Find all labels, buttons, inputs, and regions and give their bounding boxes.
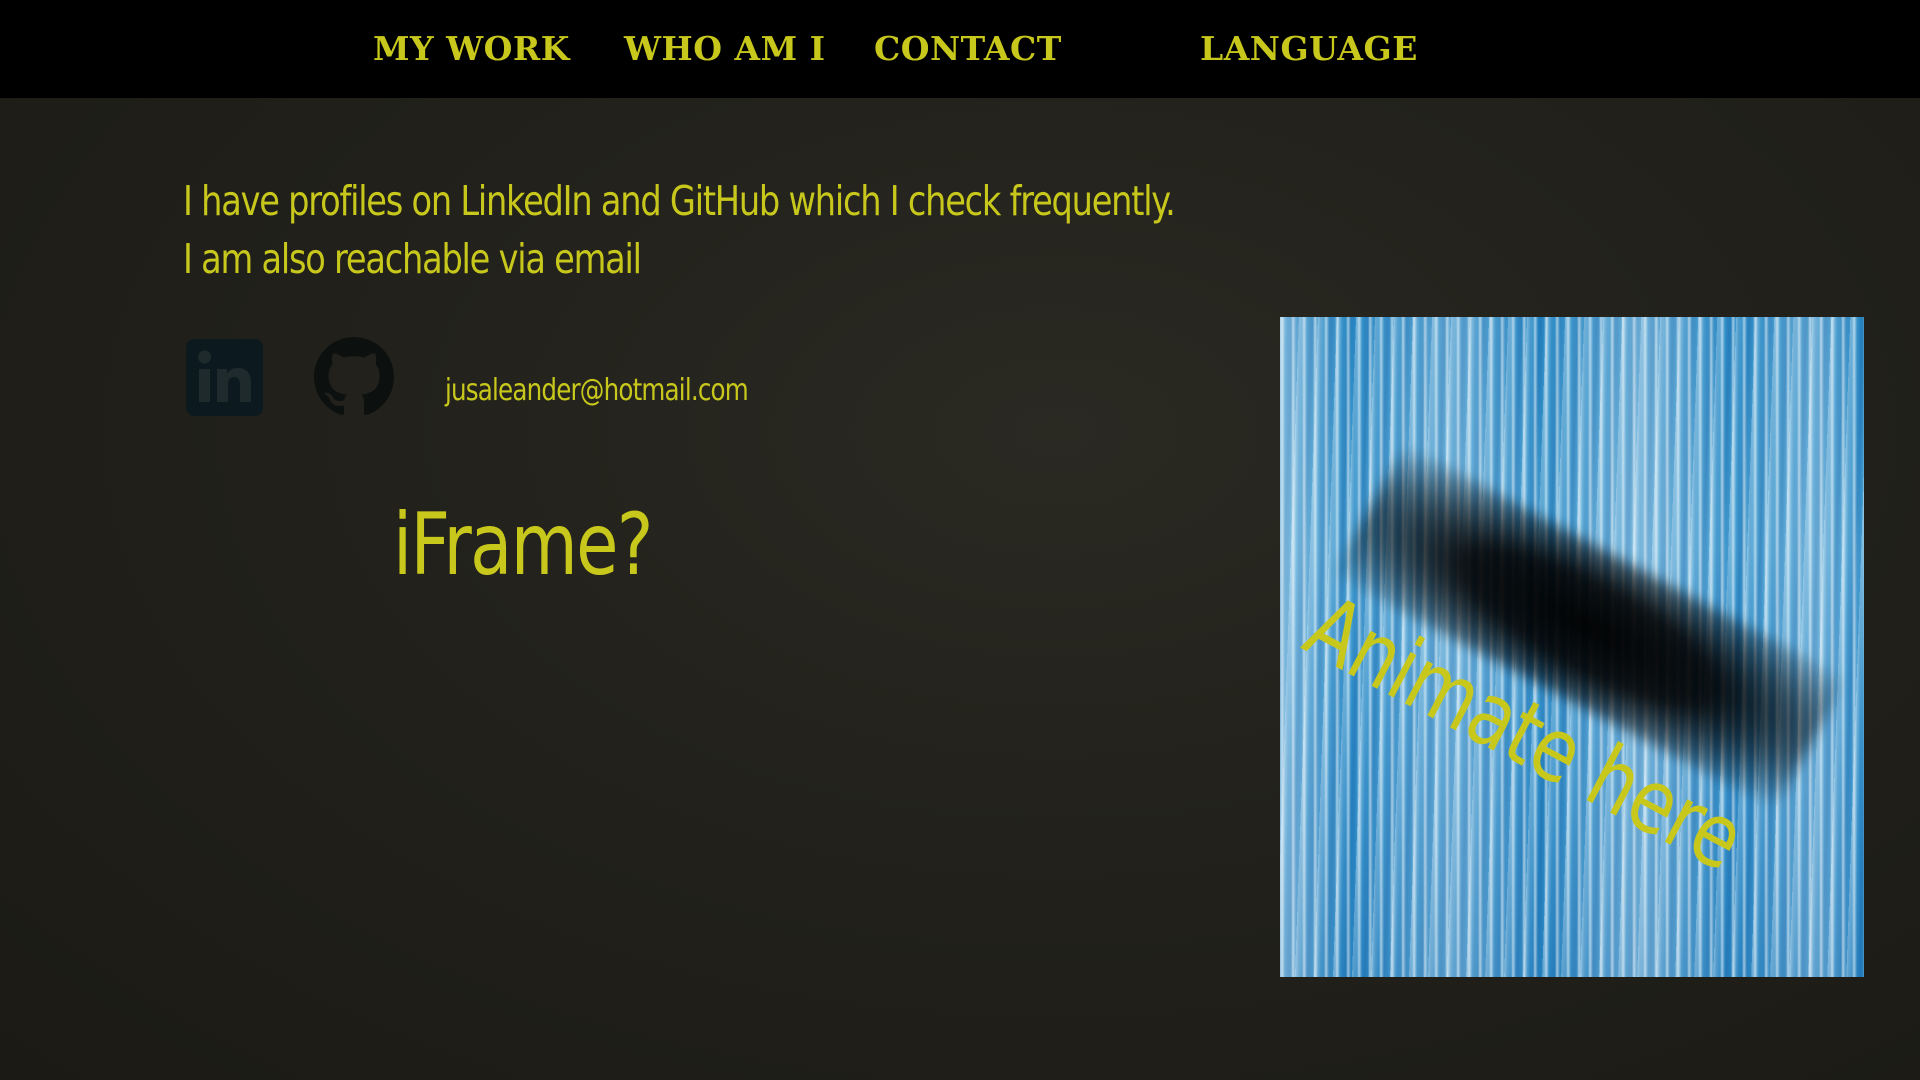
- contact-intro-text: I have profiles on LinkedIn and GitHub w…: [183, 172, 1176, 288]
- nav-language[interactable]: LANGUAGE: [1200, 28, 1418, 70]
- animation-panel: Animate here: [1280, 317, 1864, 977]
- github-icon[interactable]: [314, 337, 394, 417]
- nav-my-work[interactable]: MY WORK: [373, 28, 570, 70]
- nav-who-am-i[interactable]: WHO AM I: [624, 28, 826, 70]
- iframe-placeholder: iFrame?: [393, 495, 653, 595]
- intro-line-1: I have profiles on LinkedIn and GitHub w…: [183, 177, 1176, 225]
- nav-contact[interactable]: CONTACT: [874, 28, 1062, 70]
- top-navigation-bar: MY WORK WHO AM I CONTACT LANGUAGE: [0, 0, 1920, 98]
- email-link[interactable]: jusaleander@hotmail.com: [445, 373, 749, 408]
- linkedin-icon[interactable]: [186, 339, 263, 416]
- intro-line-2: I am also reachable via email: [183, 235, 642, 283]
- linkedin-logo-svg: [186, 339, 263, 416]
- github-logo-svg: [314, 337, 394, 416]
